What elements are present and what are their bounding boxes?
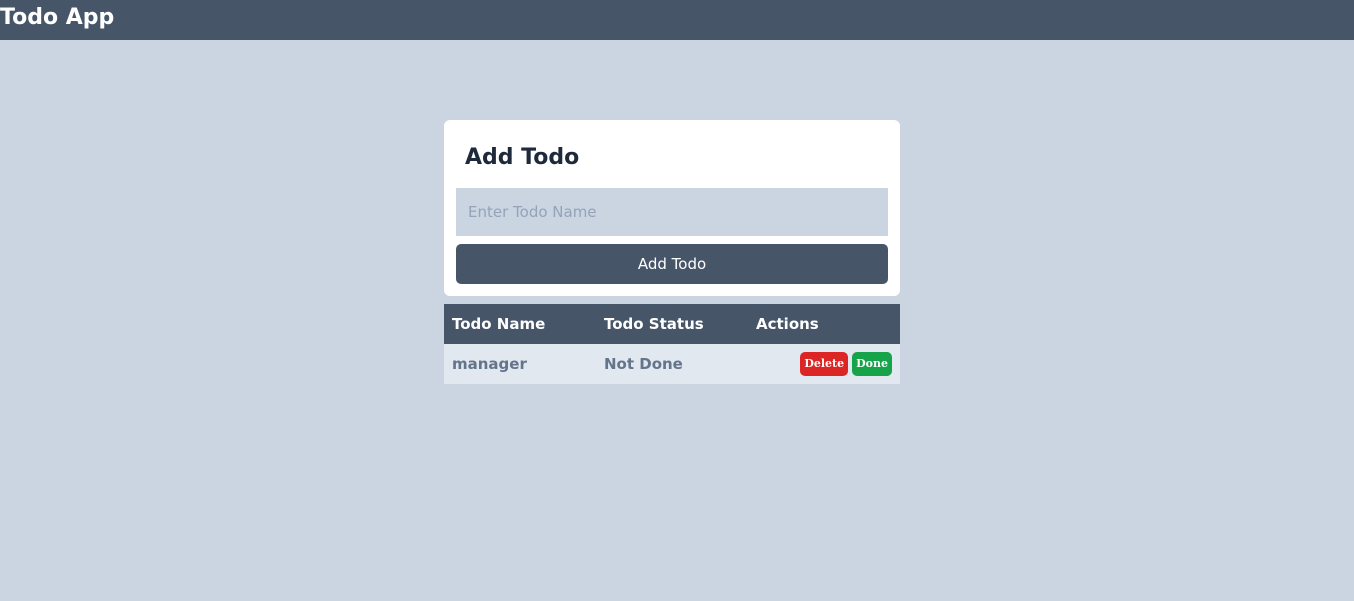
- todo-status-cell: Not Done: [596, 344, 748, 384]
- todo-name-cell: manager: [444, 344, 596, 384]
- top-bar: Todo App: [0, 0, 1354, 40]
- app-title: Todo App: [0, 5, 115, 30]
- header-actions: Actions: [748, 304, 900, 344]
- delete-button[interactable]: Delete: [800, 352, 849, 376]
- done-button[interactable]: Done: [852, 352, 892, 376]
- add-todo-title: Add Todo: [465, 145, 580, 170]
- table-header-row: Todo Name Todo Status Actions: [444, 304, 900, 344]
- add-todo-card: Add Todo Add Todo: [444, 120, 900, 296]
- header-todo-name: Todo Name: [444, 304, 596, 344]
- add-todo-button[interactable]: Add Todo: [456, 244, 888, 284]
- header-todo-status: Todo Status: [596, 304, 748, 344]
- todo-actions-cell: Delete Done: [748, 344, 900, 384]
- todo-table: Todo Name Todo Status Actions manager No…: [444, 304, 900, 384]
- todo-name-input[interactable]: [456, 188, 888, 236]
- table-row: manager Not Done Delete Done: [444, 344, 900, 384]
